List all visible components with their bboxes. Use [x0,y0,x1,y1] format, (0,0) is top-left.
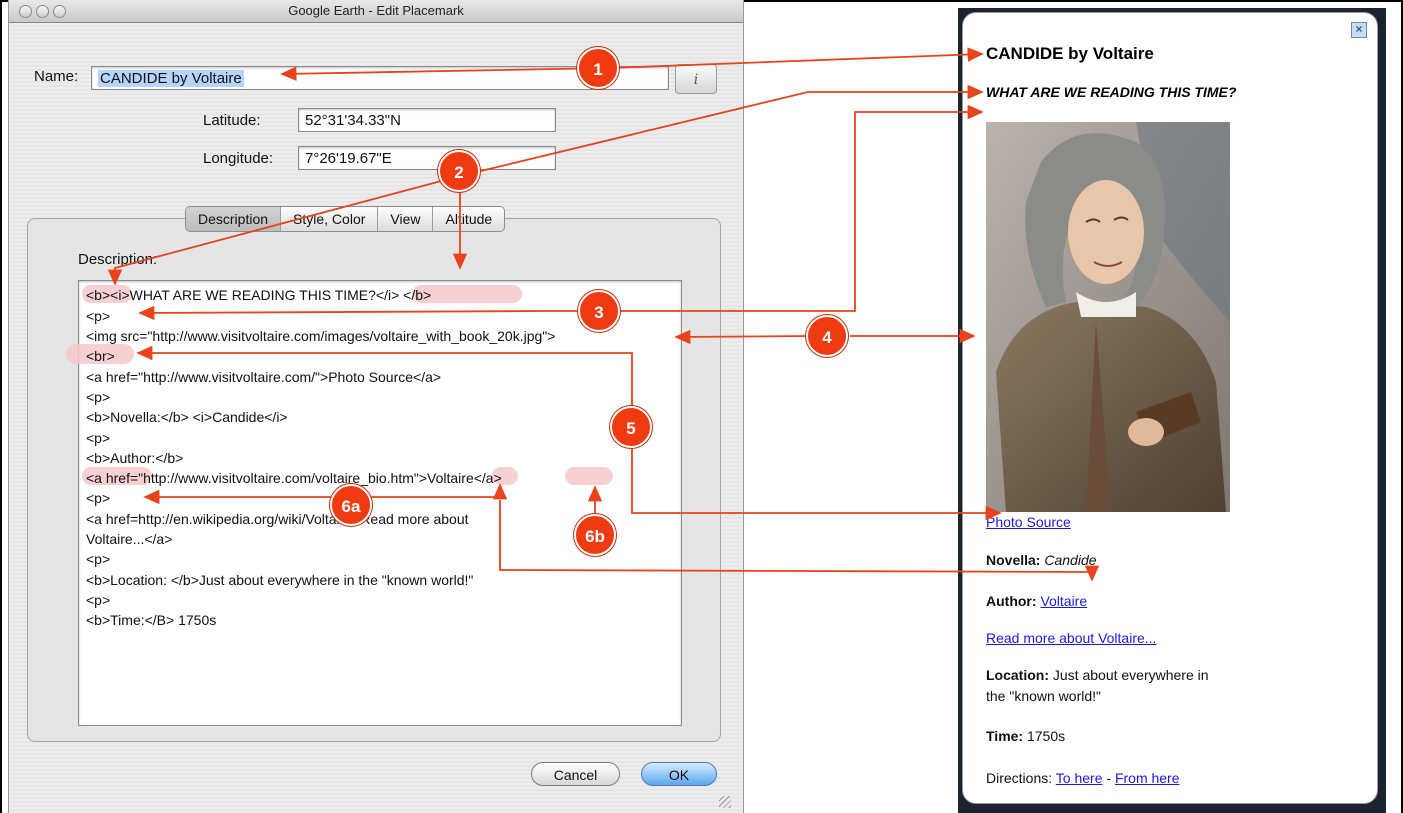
arrow-1-left [280,66,611,81]
arrow-6a-right [370,483,508,500]
callout-1: 1 [577,47,619,89]
arrow-3-left [138,305,546,321]
callout-2: 2 [438,150,480,192]
callout-6b: 6b [574,514,616,556]
callout-4: 4 [806,315,848,357]
arrow-4-left [674,329,809,345]
arrow-5-right [631,440,1002,521]
callout-3: 3 [578,290,620,332]
arrow-5-up [136,345,633,418]
arrow-1-right [609,47,984,69]
arrow-3-right [545,104,984,312]
callout-5: 5 [610,406,652,448]
arrow-2-right [459,84,984,177]
arrow-2-left [107,175,461,286]
callout-6a: 6a [330,484,372,526]
annotation-arrows [107,47,1100,582]
